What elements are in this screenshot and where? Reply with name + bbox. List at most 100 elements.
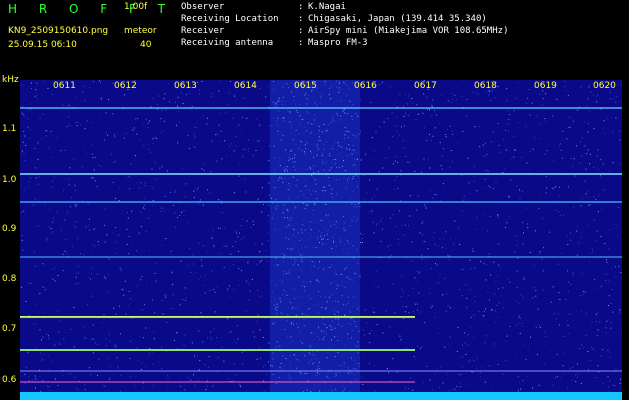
- noise-speck: [172, 284, 174, 286]
- noise-speck: [196, 354, 198, 356]
- noise-speck: [439, 238, 441, 240]
- noise-speck: [290, 217, 292, 218]
- noise-speck: [283, 117, 285, 119]
- noise-speck: [315, 183, 317, 185]
- noise-speck: [380, 220, 382, 222]
- noise-speck: [52, 360, 54, 362]
- noise-speck: [296, 197, 298, 199]
- noise-speck: [220, 200, 222, 202]
- noise-speck: [46, 239, 48, 241]
- noise-speck: [247, 151, 249, 153]
- noise-speck: [599, 194, 601, 196]
- noise-speck: [309, 281, 311, 283]
- noise-speck: [319, 220, 321, 221]
- noise-speck: [295, 169, 297, 171]
- noise-speck: [343, 216, 345, 218]
- noise-speck: [442, 294, 444, 296]
- noise-speck: [290, 336, 292, 338]
- noise-speck: [187, 135, 189, 137]
- noise-speck: [34, 375, 36, 377]
- noise-speck: [584, 145, 586, 147]
- noise-speck: [491, 91, 493, 93]
- noise-speck: [46, 238, 48, 240]
- noise-speck: [145, 327, 147, 329]
- noise-speck: [275, 103, 277, 105]
- noise-speck: [308, 344, 310, 346]
- noise-speck: [47, 355, 49, 357]
- noise-speck: [54, 280, 56, 282]
- noise-speck: [352, 149, 354, 151]
- noise-speck: [66, 213, 68, 215]
- noise-speck: [310, 314, 312, 316]
- noise-speck: [316, 103, 318, 105]
- noise-speck: [444, 346, 446, 348]
- noise-speck: [571, 380, 573, 382]
- noise-speck: [333, 120, 335, 122]
- noise-speck: [335, 310, 337, 312]
- noise-speck: [597, 168, 599, 170]
- noise-speck: [136, 347, 138, 349]
- noise-speck: [576, 254, 578, 256]
- time-label: 0613: [174, 81, 197, 91]
- noise-speck: [589, 253, 591, 255]
- noise-speck: [469, 181, 470, 183]
- noise-speck: [199, 199, 201, 201]
- noise-speck: [48, 208, 50, 210]
- noise-speck: [383, 121, 385, 123]
- noise-speck: [317, 372, 318, 374]
- noise-speck: [542, 217, 544, 219]
- noise-speck: [334, 313, 336, 315]
- noise-speck: [299, 296, 301, 298]
- noise-speck: [197, 187, 199, 189]
- noise-speck: [546, 303, 548, 305]
- noise-speck: [558, 211, 560, 213]
- noise-speck: [362, 377, 364, 379]
- noise-speck: [357, 352, 359, 354]
- noise-speck: [193, 263, 195, 265]
- noise-speck: [373, 365, 375, 367]
- noise-speck: [42, 336, 44, 338]
- noise-speck: [328, 214, 329, 216]
- noise-speck: [618, 207, 620, 209]
- noise-speck: [273, 145, 275, 147]
- noise-speck: [228, 92, 230, 94]
- noise-speck: [297, 294, 299, 296]
- noise-speck: [74, 184, 76, 186]
- noise-speck: [140, 182, 142, 184]
- noise-speck: [357, 218, 359, 220]
- noise-speck: [354, 344, 356, 346]
- noise-speck: [68, 105, 70, 106]
- time-label: 0619: [534, 81, 557, 91]
- noise-speck: [83, 85, 85, 87]
- noise-speck: [322, 330, 324, 332]
- noise-speck: [24, 373, 26, 375]
- noise-speck: [289, 301, 291, 303]
- noise-speck: [290, 150, 292, 152]
- noise-speck: [194, 136, 196, 138]
- noise-speck: [21, 154, 22, 156]
- noise-speck: [318, 325, 319, 327]
- noise-speck: [315, 101, 317, 103]
- noise-speck: [597, 94, 599, 96]
- noise-speck: [495, 321, 496, 323]
- noise-speck: [113, 307, 115, 309]
- noise-speck: [286, 170, 288, 172]
- noise-speck: [295, 307, 297, 309]
- noise-speck: [336, 227, 338, 229]
- noise-speck: [317, 238, 319, 239]
- noise-speck: [112, 181, 114, 183]
- noise-speck: [164, 93, 166, 95]
- noise-speck: [226, 156, 227, 158]
- noise-speck: [532, 387, 534, 389]
- noise-speck: [603, 120, 605, 122]
- noise-speck: [151, 351, 153, 353]
- noise-speck: [431, 305, 433, 307]
- noise-speck: [332, 147, 334, 149]
- noise-speck: [128, 290, 130, 292]
- noise-speck: [153, 330, 154, 332]
- noise-speck: [193, 190, 195, 192]
- noise-speck: [46, 333, 48, 335]
- noise-speck: [408, 387, 410, 389]
- noise-speck: [318, 125, 320, 127]
- noise-speck: [420, 347, 421, 349]
